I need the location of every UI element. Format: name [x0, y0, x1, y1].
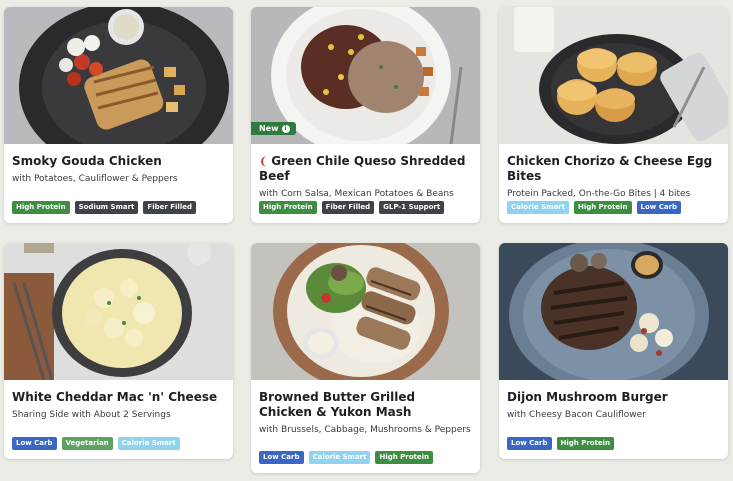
badge-list: High Protein Sodium Smart Fiber Filled [12, 201, 196, 214]
meal-card[interactable]: White Cheddar Mac 'n' Cheese Sharing Sid… [4, 243, 233, 459]
badge: High Protein [12, 201, 70, 214]
badge: High Protein [556, 437, 615, 450]
meal-card[interactable]: Dijon Mushroom Burger with Cheesy Bacon … [499, 243, 728, 459]
badge-list: High Protein Fiber Filled GLP-1 Support [259, 201, 445, 214]
badge: High Protein [375, 451, 434, 464]
meal-title[interactable]: White Cheddar Mac 'n' Cheese [4, 390, 233, 405]
meal-title[interactable]: Browned Butter Grilled Chicken & Yukon M… [251, 390, 480, 420]
badge: Low Carb [636, 201, 682, 214]
meal-title-text: Green Chile Queso Shredded Beef [259, 154, 466, 183]
badge: Sodium Smart [74, 201, 139, 214]
meal-subtitle: Protein Packed, On-the-Go Bites | 4 bite… [507, 189, 691, 199]
meal-subtitle: with Cheesy Bacon Cauliflower [507, 410, 646, 420]
meal-image[interactable]: New i [251, 7, 480, 144]
meal-subtitle: with Brussels, Cabbage, Mushrooms & Pepp… [259, 425, 471, 435]
badge-list: Low Carb High Protein [507, 437, 615, 450]
badge: GLP-1 Support [379, 201, 445, 214]
meal-image[interactable] [251, 243, 480, 380]
badge: Calorie Smart [507, 201, 569, 214]
meal-title[interactable]: Smoky Gouda Chicken [4, 154, 233, 169]
badge: Low Carb [12, 437, 57, 450]
meal-title[interactable]: Dijon Mushroom Burger [499, 390, 728, 405]
badge: Low Carb [259, 451, 304, 464]
badge: Calorie Smart [117, 437, 180, 450]
meal-image[interactable] [499, 7, 728, 144]
meal-card[interactable]: Chicken Chorizo & Cheese Egg Bites Prote… [499, 7, 728, 223]
badge-list: Low Carb Calorie Smart High Protein [259, 451, 434, 464]
meal-grid: Smoky Gouda Chicken with Potatoes, Cauli… [0, 0, 733, 481]
badge: Low Carb [507, 437, 552, 450]
badge: Fiber Filled [321, 201, 375, 214]
meal-card[interactable]: Browned Butter Grilled Chicken & Yukon M… [251, 243, 480, 473]
badge: High Protein [259, 201, 317, 214]
badge-list: Calorie Smart High Protein Low Carb [507, 201, 682, 214]
meal-card[interactable]: Smoky Gouda Chicken with Potatoes, Cauli… [4, 7, 233, 223]
chili-pepper-icon: ❨ [259, 155, 269, 168]
meal-subtitle: with Corn Salsa, Mexican Potatoes & Bean… [259, 189, 454, 199]
new-tag: New i [251, 122, 296, 135]
badge: Fiber Filled [143, 201, 196, 214]
badge: Calorie Smart [308, 451, 371, 464]
meal-image[interactable] [4, 7, 233, 144]
meal-card[interactable]: New i ❨ Green Chile Queso Shredded Beef w… [251, 7, 480, 223]
meal-image[interactable] [4, 243, 233, 380]
badge: High Protein [573, 201, 632, 214]
new-label: New [259, 124, 279, 133]
meal-title[interactable]: Chicken Chorizo & Cheese Egg Bites [499, 154, 728, 184]
badge-list: Low Carb Vegetarian Calorie Smart [12, 437, 180, 450]
meal-title[interactable]: ❨ Green Chile Queso Shredded Beef [251, 154, 480, 184]
meal-image[interactable] [499, 243, 728, 380]
meal-subtitle: with Potatoes, Cauliflower & Peppers [12, 174, 178, 184]
meal-subtitle: Sharing Side with About 2 Servings [12, 410, 171, 420]
info-icon[interactable]: i [281, 124, 290, 133]
badge: Vegetarian [61, 437, 113, 450]
